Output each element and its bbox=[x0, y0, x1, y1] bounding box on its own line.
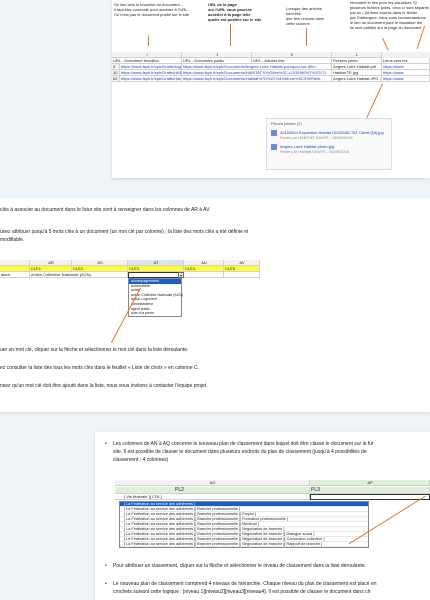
image-file-icon bbox=[271, 130, 277, 136]
arrow-to-attachments bbox=[365, 83, 383, 119]
arrow-to-col-l bbox=[382, 37, 389, 51]
note-public-url: URL de la page sur l'URL vous pourrez ac… bbox=[208, 2, 262, 22]
note-draft-url: Se lien vers le brouillon du document – … bbox=[114, 2, 190, 17]
column-letters-row: AO AP bbox=[115, 480, 430, 486]
dropdown-option[interactable]: aide à la pierre bbox=[129, 311, 181, 316]
table-row: 62 https://www.fsph.fr/sph/Drafts/Habita… bbox=[112, 76, 430, 82]
classification-plan-card: • Les colonnes de AN à AQ concerne le no… bbox=[95, 432, 430, 600]
bullet: • bbox=[105, 563, 107, 569]
classification-instruction: • Pour attribuer un classement, cliquer … bbox=[105, 563, 366, 569]
keywords-intro: clés à associer au document dans le futu… bbox=[0, 207, 211, 213]
table-row: [ Vie fédérale ][ CFA ] bbox=[115, 494, 430, 500]
keyword-instruction-2: ez consulter la liste des tous les mots … bbox=[0, 365, 199, 371]
arrow-to-col-j bbox=[230, 24, 231, 46]
keywords-limit-text: uvez attribuer jusqu'à 5 mots clés à un … bbox=[0, 229, 249, 243]
note-attached-files: renvoient le lien pour les visualiser. S… bbox=[350, 0, 429, 30]
classification-levels-text: • Le nouveau plan de classement comprend… bbox=[105, 581, 377, 595]
keyword-instruction-3: nsez qu'un mot clé doit être ajouté dans… bbox=[0, 383, 208, 389]
plan-header-row: PL2 PL3 bbox=[115, 487, 430, 494]
classification-intro: • Les colonnes de AN à AQ concerne le no… bbox=[105, 441, 374, 463]
attachment-item[interactable]: 20160504 Exposition Habitat DIGIDIAB TAT… bbox=[267, 128, 391, 142]
keyword-instruction-1: uer un mot clé, cliquer sur la flèche et… bbox=[0, 347, 189, 353]
note-linked-articles: Lorsque des articles sont liés, leur lie… bbox=[286, 6, 325, 26]
attachments-panel: Pièces jointes (2) 20160504 Exposition H… bbox=[266, 118, 392, 170]
bullet: • bbox=[105, 581, 107, 587]
plan-select-cell[interactable] bbox=[310, 494, 430, 500]
attachment-item[interactable]: Angers Loire Habitat photo.jpg Posté par… bbox=[267, 142, 391, 156]
dropdown-option[interactable]: [ La Fédération au service des adhérents… bbox=[120, 542, 368, 547]
keywords-card: clés à associer au document dans le futu… bbox=[0, 198, 430, 412]
arrow-to-col-i bbox=[148, 36, 149, 46]
image-file-icon bbox=[271, 144, 277, 150]
keyword-dropdown-list[interactable]: accompagnement accessibilité achat actio… bbox=[128, 278, 183, 317]
spreadsheet-urls-card: Se lien vers le brouillon du document – … bbox=[112, 0, 430, 178]
bullet: • bbox=[105, 441, 107, 447]
arrow-to-col-k bbox=[306, 28, 307, 46]
plan-dropdown-list[interactable]: [ La Fédération au service des adhérents… bbox=[119, 501, 369, 548]
attachments-title: Pièces jointes (2) bbox=[271, 121, 302, 126]
